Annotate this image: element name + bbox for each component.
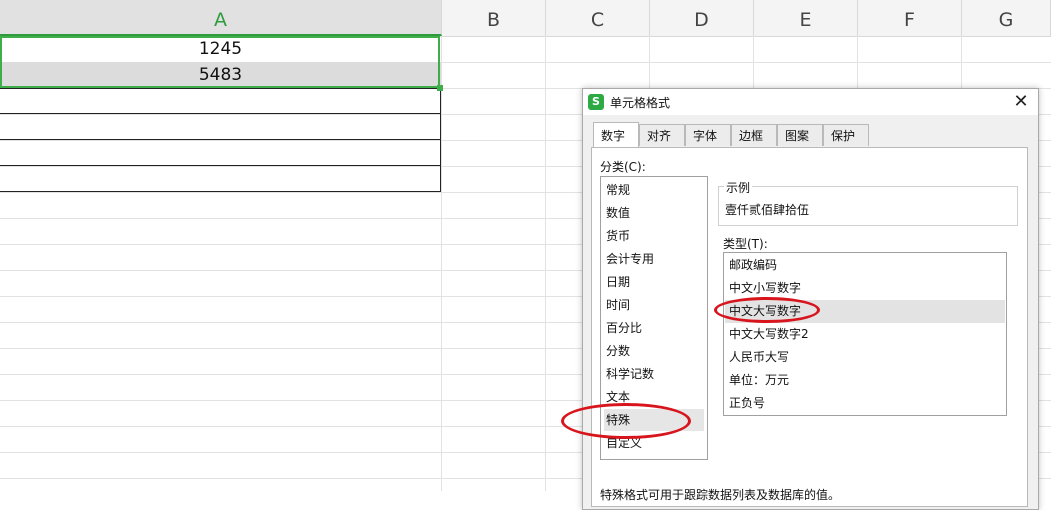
type-item-selected[interactable]: 中文大写数字 xyxy=(725,300,1005,323)
tab-border[interactable]: 边框 xyxy=(731,124,777,146)
column-header-b[interactable]: B xyxy=(442,0,546,36)
grid-line xyxy=(545,36,546,491)
tab-pattern[interactable]: 图案 xyxy=(777,124,823,146)
dialog-title: 单元格格式 xyxy=(610,96,671,110)
column-header-e[interactable]: E xyxy=(754,0,858,36)
type-label: 类型(T): xyxy=(723,237,768,251)
format-description: 特殊格式可用于跟踪数据列表及数据库的值。 xyxy=(600,488,841,502)
type-item[interactable]: 中文大写数字2 xyxy=(725,323,1005,346)
category-item-selected[interactable]: 特殊 xyxy=(604,409,704,431)
fill-handle[interactable] xyxy=(437,85,443,91)
column-header-d[interactable]: D xyxy=(650,0,754,36)
number-tab-panel: 分类(C): 常规 数值 货币 会计专用 日期 时间 百分比 分数 科学记数 文… xyxy=(591,147,1028,507)
category-item[interactable]: 货币 xyxy=(604,225,704,247)
grid-line xyxy=(441,36,442,491)
type-item[interactable]: 正负号 xyxy=(725,392,1005,415)
cell-a5[interactable] xyxy=(0,140,441,166)
wps-app-icon: S xyxy=(588,94,604,110)
category-item[interactable]: 会计专用 xyxy=(604,248,704,270)
category-item[interactable]: 常规 xyxy=(604,179,704,201)
sample-box: 壹仟贰佰肆拾伍 xyxy=(718,186,1018,226)
type-item[interactable]: 人民币大写 xyxy=(725,346,1005,369)
column-header-a[interactable]: A xyxy=(0,0,442,36)
format-cells-dialog: S 单元格格式 ✕ 数字 对齐 字体 边框 图案 保护 分类(C): 常规 数值… xyxy=(582,88,1039,510)
type-item[interactable]: 单位：万元 xyxy=(725,369,1005,392)
tab-font[interactable]: 字体 xyxy=(685,124,731,146)
column-header-f[interactable]: F xyxy=(858,0,962,36)
cell-a2[interactable]: 5483 xyxy=(0,62,441,88)
tab-number[interactable]: 数字 xyxy=(593,122,639,148)
category-item[interactable]: 分数 xyxy=(604,340,704,362)
sample-value: 壹仟贰佰肆拾伍 xyxy=(725,203,810,217)
cell-a4[interactable] xyxy=(0,114,441,140)
cell-a1[interactable]: 1245 xyxy=(0,36,441,62)
cell-a3[interactable] xyxy=(0,88,441,114)
column-header-g[interactable]: G xyxy=(962,0,1051,36)
type-item[interactable]: 邮政编码 xyxy=(725,254,1005,277)
category-item[interactable]: 数值 xyxy=(604,202,704,224)
category-item[interactable]: 时间 xyxy=(604,294,704,316)
tab-protection[interactable]: 保护 xyxy=(823,124,869,146)
column-header-c[interactable]: C xyxy=(546,0,650,36)
category-item[interactable]: 文本 xyxy=(604,386,704,408)
sample-label: 示例 xyxy=(724,179,753,196)
type-item[interactable]: 中文小写数字 xyxy=(725,277,1005,300)
close-button[interactable]: ✕ xyxy=(1010,91,1032,113)
category-item[interactable]: 日期 xyxy=(604,271,704,293)
category-item[interactable]: 科学记数 xyxy=(604,363,704,385)
tab-alignment[interactable]: 对齐 xyxy=(639,124,685,146)
category-item[interactable]: 百分比 xyxy=(604,317,704,339)
category-label: 分类(C): xyxy=(600,160,646,174)
category-list[interactable]: 常规 数值 货币 会计专用 日期 时间 百分比 分数 科学记数 文本 特殊 自定… xyxy=(600,176,708,460)
category-item[interactable]: 自定义 xyxy=(604,432,704,454)
type-list[interactable]: 邮政编码 中文小写数字 中文大写数字 中文大写数字2 人民币大写 单位：万元 正… xyxy=(723,252,1007,416)
cell-a6[interactable] xyxy=(0,166,441,192)
dialog-titlebar[interactable]: S 单元格格式 ✕ xyxy=(583,89,1038,115)
column-header-row: A B C D E F G xyxy=(0,0,1051,37)
